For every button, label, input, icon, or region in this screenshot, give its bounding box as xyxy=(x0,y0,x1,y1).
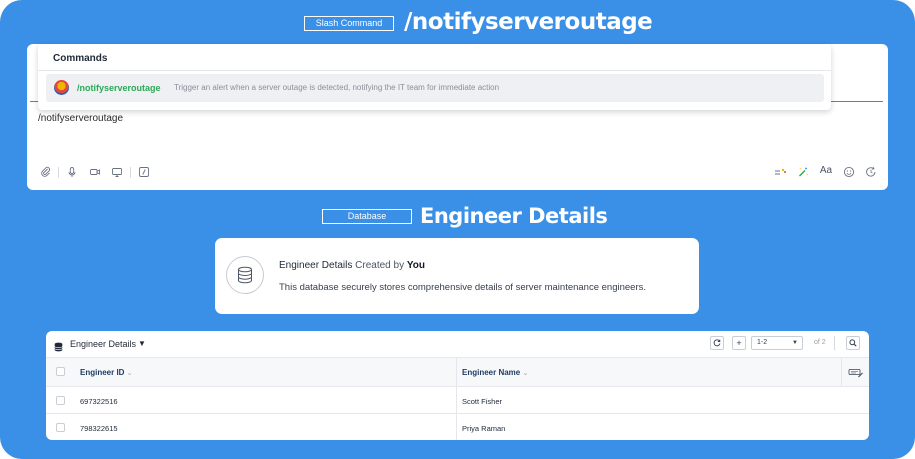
commands-popup-header: Commands xyxy=(38,44,831,71)
microphone-icon[interactable] xyxy=(66,166,78,178)
table-row[interactable]: 697322516 Scott Fisher xyxy=(46,387,869,414)
slash-command-title: /notifyserveroutage xyxy=(404,9,653,35)
composer-input[interactable]: /notifyserveroutage xyxy=(38,113,123,124)
screen-share-icon[interactable] xyxy=(111,166,123,178)
emoji-icon[interactable] xyxy=(843,166,855,178)
column-header-engineer-name[interactable]: Engineer Name ⌄ xyxy=(462,368,528,377)
bot-avatar-icon xyxy=(54,80,69,95)
command-item[interactable]: /notifyserveroutage Trigger an alert whe… xyxy=(46,74,824,102)
toolbar-divider xyxy=(834,336,835,350)
caret-down-icon[interactable]: ▼ xyxy=(138,339,146,348)
attachment-icon[interactable] xyxy=(40,166,52,178)
row-checkbox[interactable] xyxy=(56,396,65,405)
table-database-icon xyxy=(54,339,63,352)
schedule-icon[interactable] xyxy=(865,166,877,178)
column-divider xyxy=(841,357,842,387)
table-selector[interactable]: Engineer Details xyxy=(70,339,136,349)
database-name: Engineer Details xyxy=(279,260,353,271)
cell-engineer-id: 697322516 xyxy=(80,397,118,406)
database-title: Engineer Details xyxy=(420,204,608,228)
select-all-checkbox[interactable] xyxy=(56,367,65,376)
database-tag: Database xyxy=(322,209,412,224)
cell-engineer-id: 798322615 xyxy=(80,424,118,433)
row-checkbox[interactable] xyxy=(56,423,65,432)
add-record-button[interactable]: + xyxy=(732,336,746,350)
column-header-engineer-id[interactable]: Engineer ID ⌄ xyxy=(80,368,133,377)
column-label: Engineer ID xyxy=(80,368,125,377)
created-by-label: Created by xyxy=(355,260,405,271)
database-description: This database securely stores comprehens… xyxy=(279,282,646,293)
command-description: Trigger an alert when a server outage is… xyxy=(174,83,500,92)
search-button[interactable] xyxy=(846,336,860,350)
pagination-value: 1-2 xyxy=(757,339,768,346)
cell-engineer-name: Scott Fisher xyxy=(462,397,503,406)
video-icon[interactable] xyxy=(89,166,101,178)
refresh-button[interactable] xyxy=(710,336,724,350)
slash-command-tag: Slash Command xyxy=(304,16,394,31)
select-caret-icon: ▼ xyxy=(792,340,798,346)
commands-popup: Commands /notifyserveroutage Trigger an … xyxy=(38,44,831,110)
cell-engineer-name: Priya Raman xyxy=(462,424,506,433)
commands-heading: Commands xyxy=(53,53,108,64)
sort-caret-icon: ⌄ xyxy=(126,370,133,377)
table-toolbar: Engineer Details ▼ + 1-2 ▼ of 2 xyxy=(46,331,869,357)
table-row[interactable]: 798322615 Priya Raman xyxy=(46,414,869,440)
database-info-card: Engineer Details Created by You This dat… xyxy=(215,238,699,314)
toolbar-divider xyxy=(130,167,131,178)
database-card-title: Engineer Details Created by You xyxy=(279,260,425,271)
table-header: Engineer ID ⌄ Engineer Name ⌄ xyxy=(46,357,869,387)
pagination-select[interactable]: 1-2 ▼ xyxy=(751,336,803,350)
database-table: Engineer Details ▼ + 1-2 ▼ of 2 Engineer… xyxy=(46,331,869,440)
magic-wand-icon[interactable] xyxy=(797,166,809,178)
database-icon xyxy=(226,256,264,294)
slash-command-icon[interactable] xyxy=(138,166,150,178)
toolbar-divider xyxy=(58,167,59,178)
created-by-value: You xyxy=(406,260,426,271)
format-list-icon[interactable] xyxy=(773,166,786,178)
column-label: Engineer Name xyxy=(462,368,521,377)
command-name: /notifyserveroutage xyxy=(77,83,161,93)
canvas-background: Slash Command /notifyserveroutage /notif… xyxy=(0,0,915,459)
pagination-total: of 2 xyxy=(814,339,826,346)
sort-caret-icon: ⌄ xyxy=(522,370,529,377)
column-settings-icon[interactable] xyxy=(848,366,864,378)
text-format-button[interactable]: Aa xyxy=(818,165,834,177)
